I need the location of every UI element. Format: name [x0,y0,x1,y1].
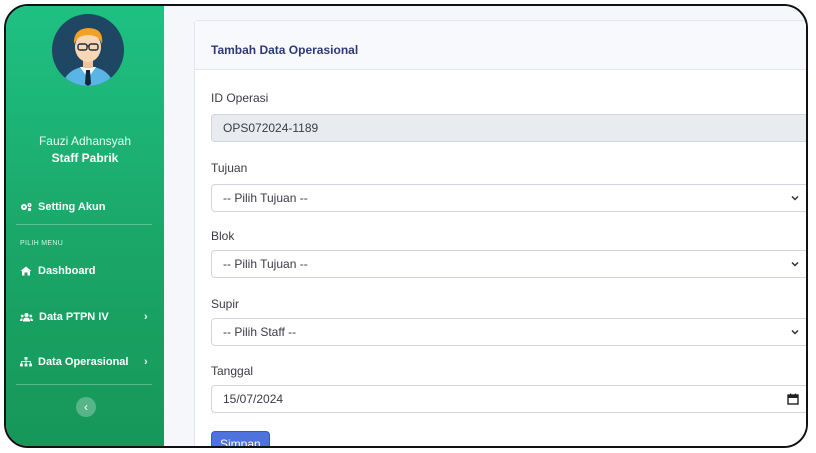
blok-select[interactable]: -- Pilih Tujuan -- [211,250,806,278]
chevron-down-icon [791,329,799,335]
field-label-supir: Supir [211,297,240,311]
supir-selected-value: -- Pilih Staff -- [223,325,297,339]
tanggal-date-input[interactable]: 15/07/2024 [211,385,806,413]
sidebar: Fauzi Adhansyah Staff Pabrik Setting Aku… [6,6,164,446]
tujuan-select[interactable]: -- Pilih Tujuan -- [211,184,806,212]
sidebar-item-label: Dashboard [38,265,96,277]
chevron-down-icon [791,195,799,201]
setting-akun-label: Setting Akun [38,201,106,213]
app-frame: Fauzi Adhansyah Staff Pabrik Setting Aku… [4,4,808,448]
user-role: Staff Pabrik [51,151,119,165]
setting-akun-link[interactable]: Setting Akun [20,201,105,213]
field-label-id-operasi: ID Operasi [211,91,269,105]
simpan-button[interactable]: Simpan [211,431,270,446]
chevron-down-icon [791,261,799,267]
field-label-tujuan: Tujuan [211,161,248,175]
sidebar-divider [16,224,152,225]
avatar-illustration [62,28,114,86]
sidebar-item-data-operasional[interactable]: Data Operasional › [20,356,148,368]
field-label-tanggal: Tanggal [211,364,254,378]
sidebar-toggle-button[interactable]: ‹ [76,397,96,417]
home-icon [20,266,32,276]
sidebar-item-label: Data Operasional [38,356,129,368]
users-icon [20,313,33,322]
card-header: Tambah Data Operasional [195,21,806,70]
sitemap-icon [20,357,32,367]
form-title: Tambah Data Operasional [211,43,359,57]
calendar-icon[interactable] [787,393,799,405]
chevron-right-icon: › [144,356,148,368]
sidebar-divider [16,384,152,385]
cogs-icon [21,203,32,212]
user-avatar [52,14,124,86]
sidebar-item-label: Data PTPN IV [39,311,109,323]
supir-select[interactable]: -- Pilih Staff -- [211,318,806,346]
user-name: Fauzi Adhansyah [38,134,132,148]
tanggal-value: 15/07/2024 [223,392,284,406]
form-card: Tambah Data Operasional ID Operasi OPS07… [194,20,806,446]
chevron-left-icon: ‹ [84,400,88,414]
sidebar-section-label: PILIH MENU [20,240,64,247]
sidebar-item-dashboard[interactable]: Dashboard [20,265,95,277]
blok-selected-value: -- Pilih Tujuan -- [223,257,308,271]
tujuan-selected-value: -- Pilih Tujuan -- [223,191,308,205]
field-label-blok: Blok [211,229,235,243]
sidebar-item-data-ptpn-iv[interactable]: Data PTPN IV › [20,311,148,323]
id-operasi-input[interactable]: OPS072024-1189 [211,114,806,142]
id-operasi-value: OPS072024-1189 [223,121,319,135]
chevron-right-icon: › [144,311,148,323]
